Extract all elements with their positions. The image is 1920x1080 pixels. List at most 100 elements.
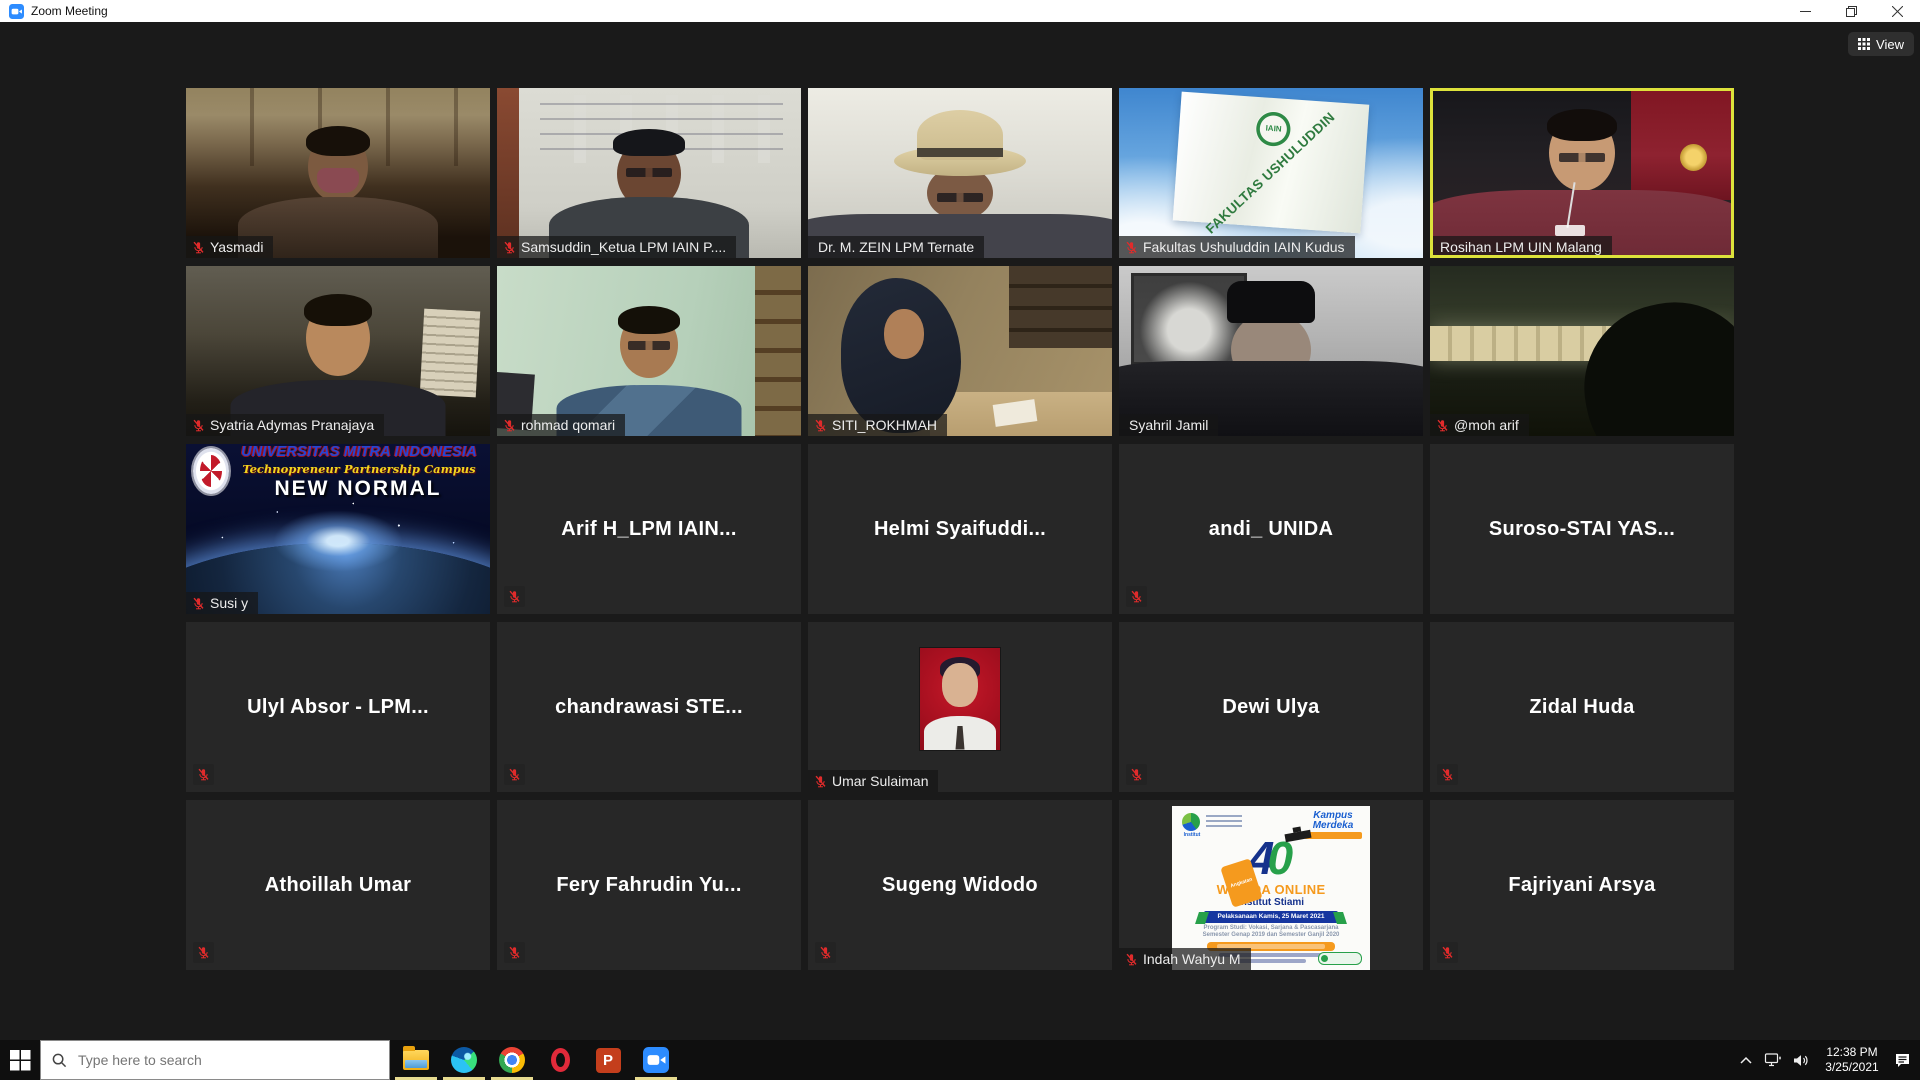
mic-muted-icon xyxy=(1437,764,1458,785)
taskbar-clock[interactable]: 12:38 PM 3/25/2021 xyxy=(1821,1045,1883,1075)
participant-name-center: Athoillah Umar xyxy=(186,800,490,970)
kampus-merdeka-logo: Kampus Merdeka xyxy=(1304,811,1362,839)
mic-muted-icon xyxy=(193,942,214,963)
start-button[interactable] xyxy=(0,1040,40,1080)
video-feed xyxy=(497,88,801,258)
participant-tile[interactable]: Dewi Ulya xyxy=(1119,622,1423,792)
participant-name-center: Helmi Syaifuddi... xyxy=(808,444,1112,614)
participant-tile[interactable]: Sugeng Widodo xyxy=(808,800,1112,970)
participant-tile[interactable]: UNIVERSITAS MITRA INDONESIA Technopreneu… xyxy=(186,444,490,614)
mic-muted-icon xyxy=(503,240,516,255)
participant-name: Syahril Jamil xyxy=(1129,417,1208,433)
participant-tile[interactable]: Dr. M. ZEIN LPM Ternate xyxy=(808,88,1112,258)
volume-icon[interactable] xyxy=(1793,1053,1810,1068)
mic-muted-icon xyxy=(504,586,525,607)
taskbar-search[interactable] xyxy=(40,1040,390,1080)
participant-tile[interactable]: rohmad qomari xyxy=(497,266,801,436)
university-logo xyxy=(193,448,229,494)
participant-name-center: Sugeng Widodo xyxy=(808,800,1112,970)
participant-tile-active-speaker[interactable]: Rosihan LPM UIN Malang xyxy=(1430,88,1734,258)
poster-number-40: 40 Angkatan xyxy=(1172,838,1370,878)
merdeka-word: Merdeka xyxy=(1304,821,1362,831)
participant-tile[interactable]: Fery Fahrudin Yu... xyxy=(497,800,801,970)
tray-time: 12:38 PM xyxy=(1821,1045,1883,1060)
poster-detail1: Program Studi: Vokasi, Sarjana & Pascasa… xyxy=(1172,925,1370,932)
mic-muted-icon xyxy=(504,764,525,785)
glasses xyxy=(626,168,672,177)
graphic-line3: NEW NORMAL xyxy=(226,477,490,501)
participant-tile[interactable]: andi_ UNIDA xyxy=(1119,444,1423,614)
participant-name: Fakultas Ushuluddin IAIN Kudus xyxy=(1143,239,1345,255)
video-feed xyxy=(1430,266,1734,436)
search-input[interactable] xyxy=(76,1051,378,1069)
graphic-line2: Technopreneur Partnership Campus xyxy=(230,462,488,476)
zoom-icon[interactable] xyxy=(632,1040,680,1080)
mic-muted-icon xyxy=(814,774,827,789)
participant-tile[interactable]: Helmi Syaifuddi... xyxy=(808,444,1112,614)
participant-tile[interactable]: IAIN FAKULTAS USHULUDDIN Fakultas Ushulu… xyxy=(1119,88,1423,258)
edge-icon[interactable] xyxy=(440,1040,488,1080)
chrome-icon[interactable] xyxy=(488,1040,536,1080)
graphic-line1: UNIVERSITAS MITRA INDONESIA xyxy=(230,444,488,460)
windows-taskbar: P 12:38 PM 3/25/2021 xyxy=(0,1040,1920,1080)
opera-icon[interactable] xyxy=(536,1040,584,1080)
video-feed xyxy=(497,266,801,436)
action-center-icon[interactable] xyxy=(1894,1052,1911,1068)
participant-tile[interactable]: Syatria Adymas Pranajaya xyxy=(186,266,490,436)
minimize-button[interactable] xyxy=(1782,0,1828,22)
video-feed xyxy=(186,88,490,258)
participant-name: Rosihan LPM UIN Malang xyxy=(1440,239,1602,255)
participant-name-label: @moh arif xyxy=(1430,414,1529,436)
participant-name-label: Samsuddin_Ketua LPM IAIN P.... xyxy=(497,236,736,258)
sun-flare xyxy=(273,510,403,572)
restore-button[interactable] xyxy=(1828,0,1874,22)
participant-tile[interactable]: Samsuddin_Ketua LPM IAIN P.... xyxy=(497,88,801,258)
participant-tile[interactable]: Syahril Jamil xyxy=(1119,266,1423,436)
cap xyxy=(613,129,685,156)
zoom-app-icon xyxy=(9,4,24,19)
mic-muted-icon xyxy=(814,418,827,433)
participant-name-label: Syatria Adymas Pranajaya xyxy=(186,414,384,436)
video-feed xyxy=(808,88,1112,258)
participant-name-center: Fajriyani Arsya xyxy=(1430,800,1734,970)
participant-name-label: Syahril Jamil xyxy=(1119,414,1218,436)
participant-name: @moh arif xyxy=(1454,417,1519,433)
participant-name-center: Arif H_LPM IAIN... xyxy=(497,444,801,614)
window-title: Zoom Meeting xyxy=(31,4,108,18)
participant-name-label: Rosihan LPM UIN Malang xyxy=(1430,236,1612,258)
view-button[interactable]: View xyxy=(1848,32,1914,56)
poster-small-text xyxy=(1206,815,1242,828)
participant-tile[interactable]: Suroso-STAI YAS... xyxy=(1430,444,1734,614)
participant-tile[interactable]: Zidal Huda xyxy=(1430,622,1734,792)
mic-muted-icon xyxy=(1126,586,1147,607)
system-tray: 12:38 PM 3/25/2021 xyxy=(1739,1040,1920,1080)
close-button[interactable] xyxy=(1874,0,1920,22)
participant-tile[interactable]: Ulyl Absor - LPM... xyxy=(186,622,490,792)
participant-tile[interactable]: @moh arif xyxy=(1430,266,1734,436)
participant-name-label: Umar Sulaiman xyxy=(808,770,938,792)
file-explorer-icon[interactable] xyxy=(392,1040,440,1080)
windows-logo-icon xyxy=(10,1050,31,1071)
participant-tile[interactable]: SITI_ROKHMAH xyxy=(808,266,1112,436)
participant-tile[interactable]: Yasmadi xyxy=(186,88,490,258)
person-face xyxy=(884,309,924,359)
participant-tile[interactable]: Athoillah Umar xyxy=(186,800,490,970)
tray-chevron-icon[interactable] xyxy=(1739,1054,1753,1066)
participant-name-center: Suroso-STAI YAS... xyxy=(1430,444,1734,614)
participant-tile[interactable]: chandrawasi STE... xyxy=(497,622,801,792)
meeting-stage: View Yasmadi Samsudd xyxy=(0,22,1920,1040)
mic-muted-icon xyxy=(192,596,205,611)
participant-name-label: SITI_ROKHMAH xyxy=(808,414,947,436)
participant-tile[interactable]: Fajriyani Arsya xyxy=(1430,800,1734,970)
network-icon[interactable] xyxy=(1764,1052,1782,1068)
participant-tile[interactable]: Arif H_LPM IAIN... xyxy=(497,444,801,614)
person-silhouette xyxy=(306,300,370,376)
participant-tile[interactable]: Institut Kampus Merdeka 40 Angkatan WISU… xyxy=(1119,800,1423,970)
participant-name: Susi y xyxy=(210,595,248,611)
mic-muted-icon xyxy=(1125,240,1138,255)
participant-name-label: rohmad qomari xyxy=(497,414,625,436)
participant-name-center: Fery Fahrudin Yu... xyxy=(497,800,801,970)
powerpoint-icon[interactable]: P xyxy=(584,1040,632,1080)
glasses xyxy=(1559,153,1605,162)
participant-tile[interactable]: Umar Sulaiman xyxy=(808,622,1112,792)
